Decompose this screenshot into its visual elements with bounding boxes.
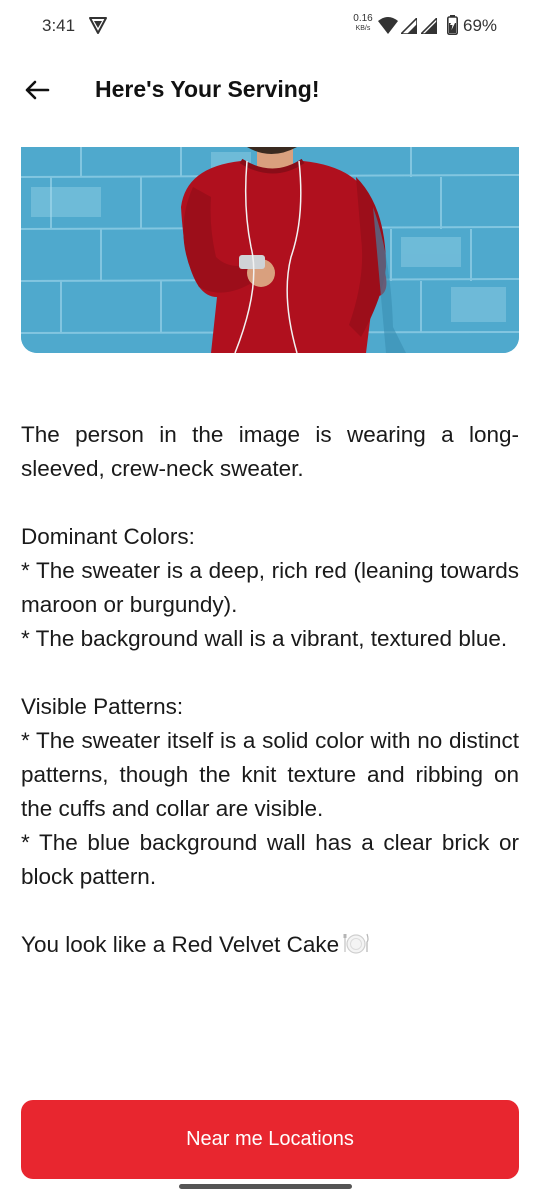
arrow-left-icon [25, 80, 50, 100]
person-photo-illustration [21, 147, 519, 353]
back-button[interactable] [20, 73, 54, 107]
status-bar: 3:41 0.16 KB/s 69% [0, 0, 540, 52]
wifi-icon [378, 17, 398, 34]
page-title: Here's Your Serving! [95, 76, 320, 102]
status-time: 3:41 [42, 16, 76, 35]
network-speed-value: 0.16 [353, 13, 373, 24]
signal-icon [401, 18, 417, 34]
result-photo [21, 147, 519, 353]
network-speed-unit: KB/s [355, 25, 371, 32]
description-line: The person in the image is wearing a lon… [21, 422, 519, 481]
result-description: The person in the image is wearing a lon… [21, 418, 519, 962]
battery-icon [447, 15, 458, 35]
network-speed: 0.16 KB/s [350, 14, 376, 34]
description-bullet: * The background wall is a vibrant, text… [21, 626, 508, 651]
plate-icon [343, 933, 369, 954]
description-heading-colors: Dominant Colors: [21, 524, 195, 549]
vpn-icon [89, 17, 107, 34]
description-bullet: * The sweater itself is a solid color wi… [21, 728, 519, 821]
description-bullet: * The blue background wall has a clear b… [21, 830, 519, 889]
description-heading-patterns: Visible Patterns: [21, 694, 184, 719]
result-verdict: You look like a Red Velvet Cake [21, 928, 519, 962]
signal-icon-2 [421, 18, 437, 34]
battery-percent: 69% [463, 16, 498, 35]
near-me-locations-button[interactable]: Near me Locations [21, 1100, 519, 1179]
description-bullet: * The sweater is a deep, rich red (leani… [21, 558, 519, 617]
home-indicator [179, 1184, 352, 1189]
verdict-text: You look like a Red Velvet Cake [21, 932, 340, 957]
